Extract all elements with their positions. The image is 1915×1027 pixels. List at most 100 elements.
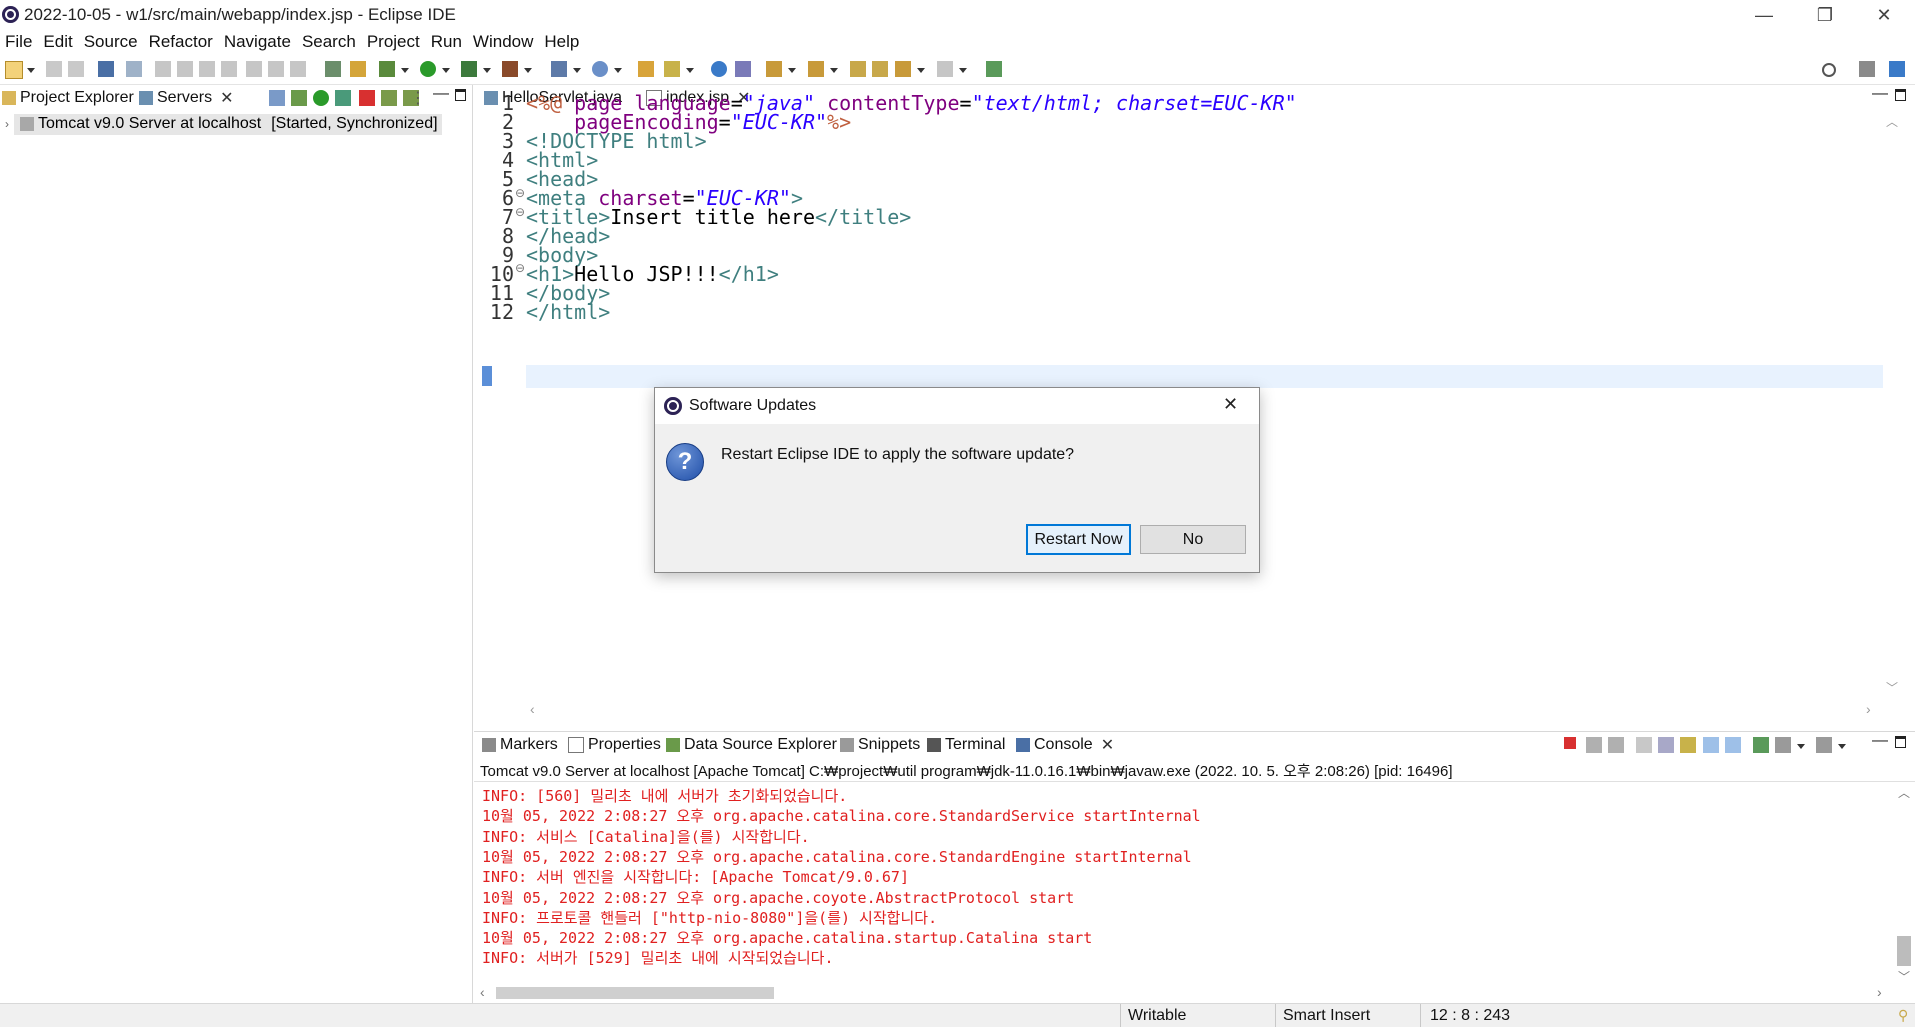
disconnect-icon[interactable] xyxy=(221,61,237,77)
menu-refactor[interactable]: Refactor xyxy=(144,32,219,52)
menu-run[interactable]: Run xyxy=(426,32,468,52)
tab-project-explorer[interactable]: Project Explorer xyxy=(2,85,134,111)
last-edit-icon[interactable] xyxy=(850,61,866,77)
open-perspective-icon[interactable] xyxy=(1859,61,1875,77)
maximize-console-icon[interactable] xyxy=(1895,736,1906,748)
suspend-icon[interactable] xyxy=(177,61,193,77)
restore-button[interactable]: ❐ xyxy=(1797,0,1853,30)
maximize-editor-icon[interactable] xyxy=(1895,89,1906,101)
back-icon[interactable] xyxy=(895,61,911,77)
show-stderr-icon[interactable] xyxy=(1725,737,1741,753)
fold-toggle-icon[interactable]: ⊖ xyxy=(515,186,525,200)
run-icon[interactable] xyxy=(420,61,436,77)
menu-edit[interactable]: Edit xyxy=(38,32,78,52)
menu-window[interactable]: Window xyxy=(468,32,539,52)
minimize-console-icon[interactable]: — xyxy=(1872,732,1888,750)
word-wrap-icon[interactable] xyxy=(1680,737,1696,753)
console-vertical-scrollbar[interactable]: ︿ ﹀ xyxy=(1895,784,1913,984)
minimize-view-icon[interactable]: — xyxy=(433,85,449,103)
pin-console-icon[interactable] xyxy=(1753,737,1769,753)
menu-project[interactable]: Project xyxy=(362,32,426,52)
save-all-icon[interactable] xyxy=(68,61,84,77)
new-server-dropdown-icon[interactable] xyxy=(573,68,581,73)
save-icon[interactable] xyxy=(46,61,62,77)
new-class-icon[interactable] xyxy=(592,61,608,77)
profile-server-icon[interactable] xyxy=(335,90,351,106)
tab-snippets[interactable]: Snippets xyxy=(840,732,920,758)
menu-source[interactable]: Source xyxy=(79,32,144,52)
fold-toggle-icon[interactable]: ⊖ xyxy=(515,205,525,219)
server-tree-item[interactable]: › Tomcat v9.0 Server at localhost [Start… xyxy=(0,113,442,135)
close-window-button[interactable]: ✕ xyxy=(1856,0,1912,30)
restart-now-button[interactable]: Restart Now xyxy=(1026,524,1131,555)
start-server-icon[interactable] xyxy=(313,90,329,106)
resume-icon[interactable] xyxy=(155,61,171,77)
menu-file[interactable]: File xyxy=(0,32,38,52)
scroll-thumb[interactable] xyxy=(496,987,774,999)
next-annotation-icon[interactable] xyxy=(766,61,782,77)
minimize-button[interactable]: — xyxy=(1736,0,1792,30)
close-icon[interactable]: ✕ xyxy=(220,88,233,108)
previous-annotation-icon[interactable] xyxy=(808,61,824,77)
new-class-dropdown-icon[interactable] xyxy=(614,68,622,73)
step-return-icon[interactable] xyxy=(290,61,306,77)
open-console-dropdown-icon[interactable] xyxy=(1838,744,1846,749)
display-console-dropdown-icon[interactable] xyxy=(1797,744,1805,749)
open-task-dropdown-icon[interactable] xyxy=(686,68,694,73)
menu-navigate[interactable]: Navigate xyxy=(219,32,297,52)
toggle-icon[interactable] xyxy=(325,61,341,77)
terminate-icon[interactable] xyxy=(199,61,215,77)
scroll-left-icon[interactable]: ‹ xyxy=(530,701,535,717)
remove-launch-icon[interactable] xyxy=(1586,737,1602,753)
tab-servers[interactable]: Servers ✕ xyxy=(139,85,234,111)
scroll-thumb[interactable] xyxy=(1897,936,1911,966)
clear-console-icon[interactable] xyxy=(1636,737,1652,753)
menu-search[interactable]: Search xyxy=(297,32,362,52)
pin-editor-icon[interactable] xyxy=(986,61,1002,77)
menu-help[interactable]: Help xyxy=(539,32,585,52)
back-dropdown-icon[interactable] xyxy=(917,68,925,73)
search-icon[interactable] xyxy=(1822,63,1836,77)
new-dropdown-icon[interactable] xyxy=(27,68,35,73)
scroll-up-icon[interactable]: ︿ xyxy=(1898,784,1910,801)
no-button[interactable]: No xyxy=(1140,525,1246,554)
scroll-up-icon[interactable]: ︿ xyxy=(1886,113,1898,130)
debug-server-icon[interactable] xyxy=(291,90,307,106)
publish-icon[interactable] xyxy=(381,90,397,106)
lightbulb-icon[interactable]: ⚲ xyxy=(1898,1007,1908,1024)
browser-icon[interactable] xyxy=(711,61,727,77)
scroll-lock-icon[interactable] xyxy=(1658,737,1674,753)
forward-dropdown-icon[interactable] xyxy=(959,68,967,73)
external-tools-icon[interactable] xyxy=(502,61,518,77)
horizontal-scrollbar[interactable]: ‹ › xyxy=(526,701,1882,719)
forward-icon[interactable] xyxy=(937,61,953,77)
console-icon[interactable] xyxy=(98,61,114,77)
new-server-icon[interactable] xyxy=(551,61,567,77)
coverage-dropdown-icon[interactable] xyxy=(483,68,491,73)
console-horizontal-scrollbar[interactable]: ‹ › xyxy=(474,984,1894,1002)
step-over-icon[interactable] xyxy=(268,61,284,77)
open-type-icon[interactable] xyxy=(638,61,654,77)
previous-annotation-dropdown-icon[interactable] xyxy=(830,68,838,73)
tab-markers[interactable]: Markers xyxy=(482,732,558,758)
step-into-icon[interactable] xyxy=(246,61,262,77)
next-annotation-dropdown-icon[interactable] xyxy=(788,68,796,73)
dialog-close-icon[interactable]: ✕ xyxy=(1223,394,1238,415)
show-stdout-icon[interactable] xyxy=(1703,737,1719,753)
external-tools-dropdown-icon[interactable] xyxy=(524,68,532,73)
scroll-down-icon[interactable]: ﹀ xyxy=(1898,968,1910,985)
code-line[interactable]: </html> xyxy=(526,300,610,324)
scroll-right-icon[interactable]: › xyxy=(1866,701,1871,717)
open-console-icon[interactable] xyxy=(1816,737,1832,753)
java-ee-perspective-icon[interactable] xyxy=(1889,61,1905,77)
collapse-icon[interactable] xyxy=(269,90,285,106)
back-edit-icon[interactable] xyxy=(872,61,888,77)
search-tool-icon[interactable] xyxy=(735,61,751,77)
tab-data-source-explorer[interactable]: Data Source Explorer xyxy=(666,732,837,758)
scroll-left-icon[interactable]: ‹ xyxy=(480,984,485,1000)
run-dropdown-icon[interactable] xyxy=(442,68,450,73)
scroll-down-icon[interactable]: ﹀ xyxy=(1886,679,1898,696)
tab-terminal[interactable]: Terminal xyxy=(927,732,1005,758)
maximize-view-icon[interactable] xyxy=(455,89,466,101)
open-task-icon[interactable] xyxy=(664,61,680,77)
